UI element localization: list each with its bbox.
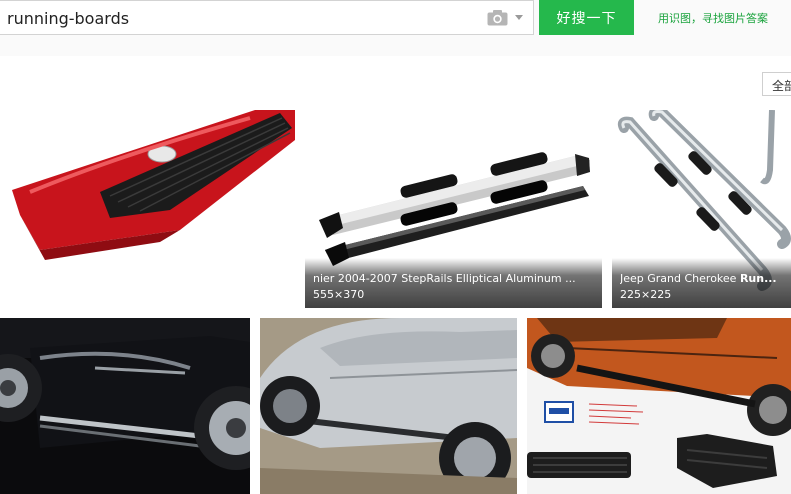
image-result-orange-suv-running-boards[interactable] xyxy=(527,318,791,494)
image-answer-link[interactable]: 用识图，寻找图片答案 xyxy=(658,10,768,26)
result-image xyxy=(260,318,517,494)
image-result-black-suv-side-steps[interactable] xyxy=(0,318,250,494)
image-result-silver-suv-running-boards[interactable] xyxy=(260,318,517,494)
camera-icon[interactable] xyxy=(487,10,508,26)
result-image xyxy=(0,318,250,494)
image-caption: nier 2004-2007 StepRails Elliptical Alum… xyxy=(305,258,602,308)
result-image xyxy=(527,318,791,494)
search-box xyxy=(0,0,534,35)
image-size: 555×370 xyxy=(313,288,365,301)
image-result-red-running-board[interactable] xyxy=(0,110,295,308)
chevron-down-icon[interactable] xyxy=(515,15,523,20)
image-size: 225×225 xyxy=(620,288,672,301)
image-result-black-steprails[interactable]: nier 2004-2007 StepRails Elliptical Alum… xyxy=(305,110,602,308)
image-caption: Jeep Grand Cherokee Run... 225×225 xyxy=(612,258,791,308)
filter-all-button[interactable]: 全部 xyxy=(762,72,791,96)
image-title: Jeep Grand Cherokee Run... xyxy=(620,272,777,285)
image-title: nier 2004-2007 StepRails Elliptical Alum… xyxy=(313,272,576,285)
image-result-chrome-nerf-bars[interactable]: Jeep Grand Cherokee Run... 225×225 xyxy=(612,110,791,308)
search-input[interactable] xyxy=(7,7,467,29)
search-button[interactable]: 好搜一下 xyxy=(539,0,634,35)
result-image xyxy=(0,110,295,308)
search-header: 好搜一下 用识图，寻找图片答案 xyxy=(0,0,791,56)
